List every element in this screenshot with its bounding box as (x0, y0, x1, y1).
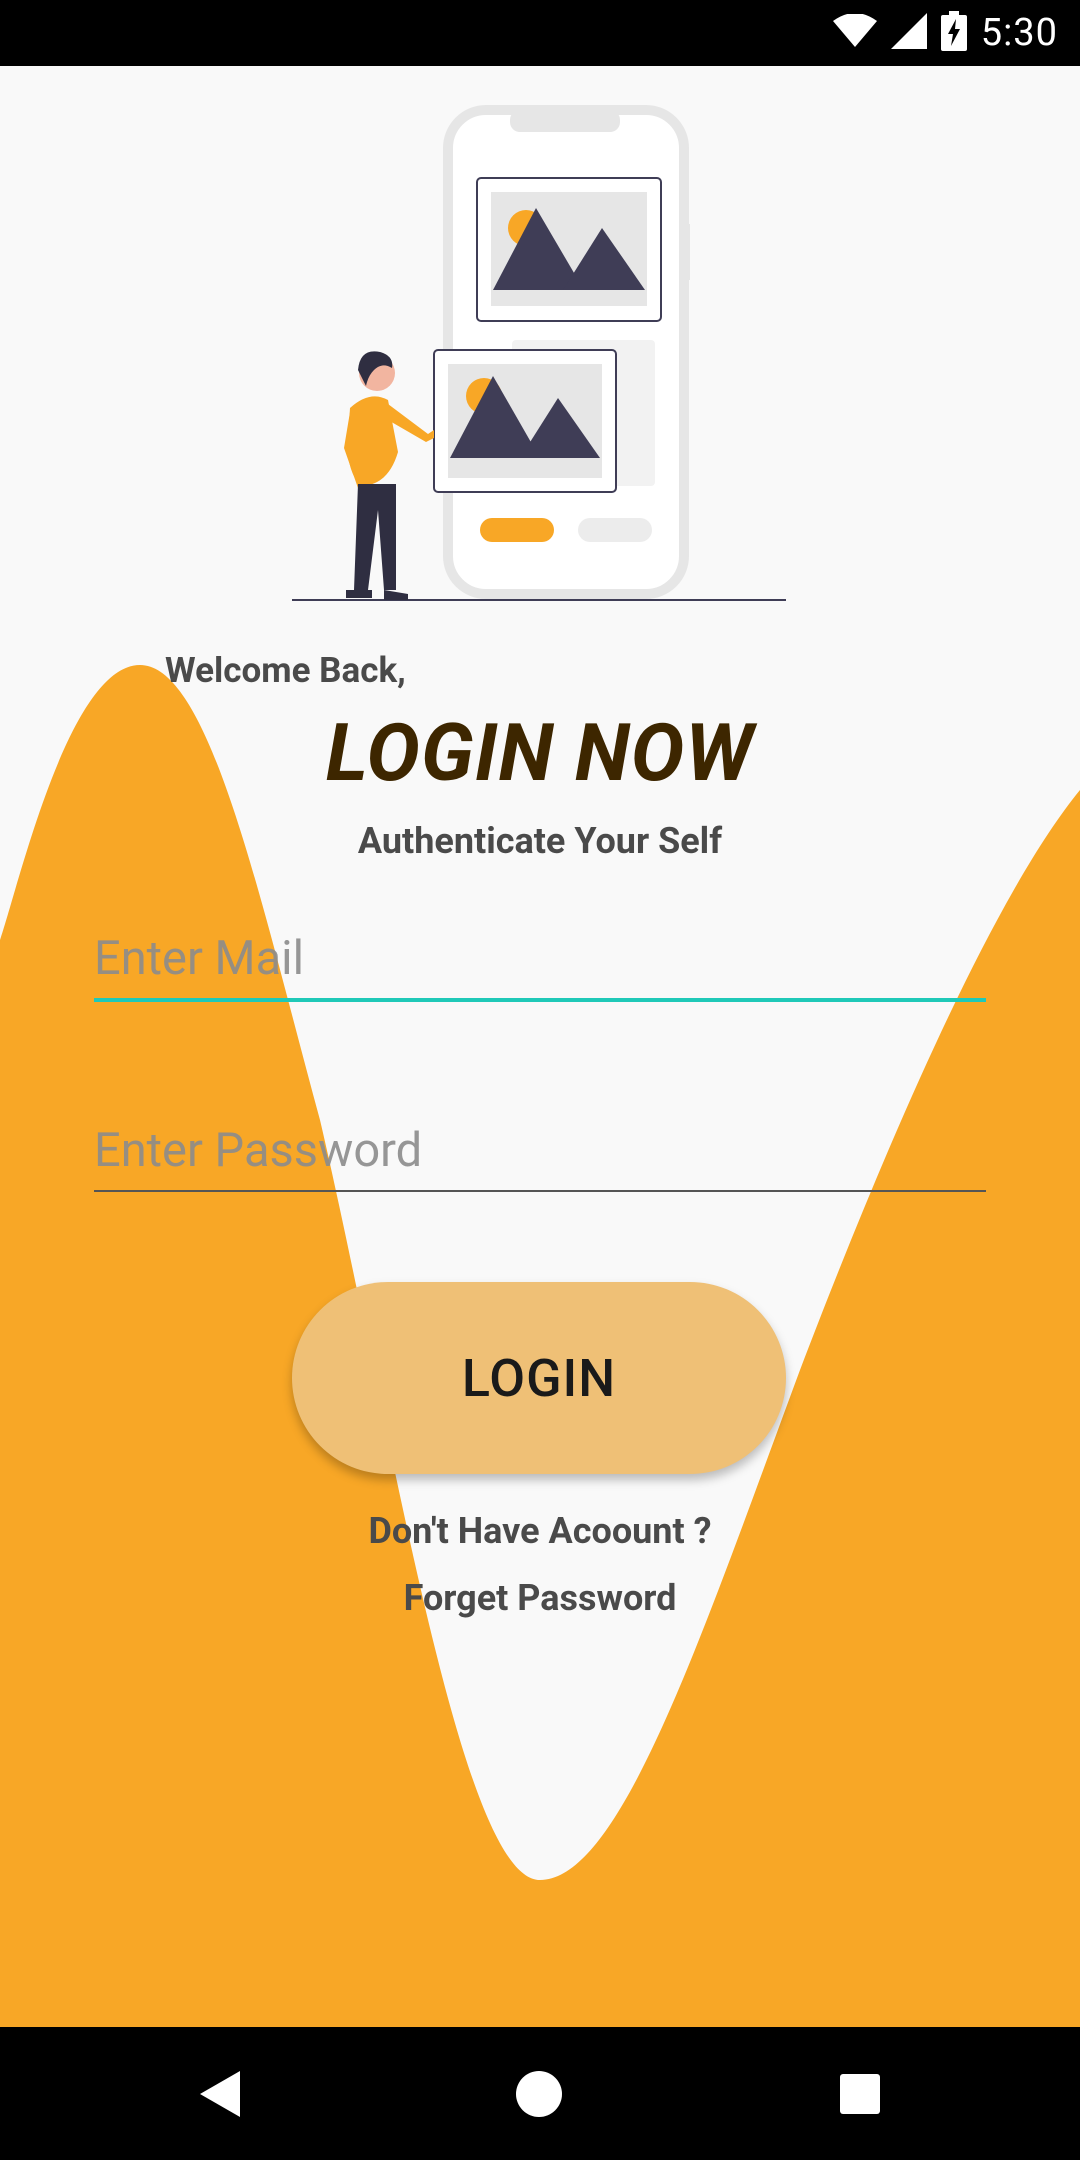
welcome-text: Welcome Back, (165, 650, 406, 691)
status-bar: 5:30 (0, 0, 1080, 66)
email-field[interactable] (94, 918, 986, 1002)
home-icon[interactable] (479, 2027, 599, 2160)
status-time: 5:30 (980, 11, 1058, 55)
back-icon[interactable] (160, 2027, 280, 2160)
recents-icon[interactable] (800, 2027, 920, 2160)
signup-link[interactable]: Don't Have Acoount ? (0, 1510, 1080, 1552)
login-button[interactable]: LOGIN (292, 1282, 786, 1474)
navigation-bar (0, 2027, 1080, 2160)
forgot-password-link[interactable]: Forget Password (0, 1577, 1080, 1619)
page-subtitle: Authenticate Your Self (357, 820, 723, 862)
login-illustration (292, 105, 786, 601)
password-field[interactable] (94, 1110, 986, 1192)
battery-charging-icon (940, 11, 967, 55)
page-title: LOGIN NOW (325, 706, 755, 800)
signal-icon (890, 13, 927, 53)
wifi-icon (832, 13, 877, 52)
